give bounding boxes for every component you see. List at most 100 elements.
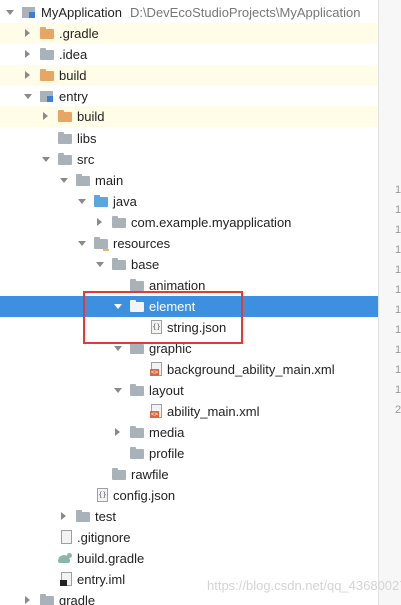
- tree-label: build.gradle: [77, 551, 145, 566]
- expand-arrow-icon[interactable]: [112, 338, 124, 359]
- folder-icon: [58, 153, 72, 166]
- line-number: 1: [395, 244, 401, 256]
- tree-label: base: [131, 257, 160, 272]
- tree-row-gitignore[interactable]: .gitignore: [0, 527, 378, 548]
- expand-arrow-icon[interactable]: [58, 170, 70, 191]
- tree-label: element: [149, 299, 196, 314]
- project-name: MyApplication: [41, 5, 122, 20]
- tree-label: layout: [149, 383, 184, 398]
- tree-row-ability-xml[interactable]: <> ability_main.xml: [0, 401, 378, 422]
- tree-row-build-gradle[interactable]: build.gradle: [0, 548, 378, 569]
- folder-icon: [40, 69, 54, 82]
- tree-row-string-json[interactable]: {} string.json: [0, 317, 378, 338]
- expand-arrow-icon[interactable]: [112, 380, 124, 401]
- tree-label: java: [113, 194, 137, 209]
- collapse-arrow-icon[interactable]: [40, 106, 52, 127]
- expand-arrow-icon[interactable]: [22, 86, 34, 107]
- collapse-arrow-icon[interactable]: [22, 590, 34, 605]
- collapse-arrow-icon[interactable]: [94, 212, 106, 233]
- collapse-arrow-icon[interactable]: [22, 44, 34, 65]
- tree-row-entry[interactable]: entry: [0, 86, 378, 107]
- tree-row-media[interactable]: media: [0, 422, 378, 443]
- folder-icon: [130, 447, 144, 460]
- package-icon: [112, 216, 126, 229]
- tree-label: src: [77, 152, 95, 167]
- tree-label: rawfile: [131, 467, 169, 482]
- collapse-arrow-icon[interactable]: [22, 23, 34, 44]
- tree-label: gradle: [59, 593, 96, 605]
- tree-row-entry-build[interactable]: build: [0, 106, 378, 127]
- tree-row-graphic[interactable]: graphic: [0, 338, 378, 359]
- tree-row-config-json[interactable]: {} config.json: [0, 485, 378, 506]
- tree-label: build: [77, 109, 105, 124]
- tree-row-build-dir[interactable]: build: [0, 65, 378, 86]
- tree-row-animation[interactable]: animation: [0, 275, 378, 296]
- expand-arrow-icon[interactable]: [112, 296, 124, 317]
- line-number: 1: [395, 324, 401, 336]
- tree-row-rawfile[interactable]: rawfile: [0, 464, 378, 485]
- tree-row-profile[interactable]: profile: [0, 443, 378, 464]
- expand-arrow-icon[interactable]: [76, 191, 88, 212]
- folder-icon: [130, 279, 144, 292]
- tree-row-main[interactable]: main: [0, 170, 378, 191]
- line-number: 1: [395, 304, 401, 316]
- line-number: 1: [395, 184, 401, 196]
- folder-icon: [40, 48, 54, 61]
- line-number: 1: [395, 264, 401, 276]
- watermark: https://blog.csdn.net/qq_43680027: [207, 578, 401, 593]
- tree-label: graphic: [149, 341, 192, 356]
- tree-label: com.example.myapplication: [131, 215, 292, 230]
- tree-row-libs[interactable]: libs: [0, 128, 378, 149]
- tree-label: libs: [77, 131, 97, 146]
- tree-label: .gitignore: [77, 530, 131, 545]
- expand-arrow-icon[interactable]: [4, 2, 16, 23]
- xml-file-icon: <>: [150, 362, 162, 376]
- tree-label: config.json: [113, 488, 176, 503]
- tree-row-src[interactable]: src: [0, 149, 378, 170]
- tree-row-idea-dir[interactable]: .idea: [0, 44, 378, 65]
- json-file-icon: {}: [151, 320, 162, 334]
- line-number: 1: [395, 284, 401, 296]
- tree-label: media: [149, 425, 185, 440]
- gitignore-file-icon: [61, 530, 72, 544]
- tree-row-project-root[interactable]: MyApplication D:\DevEcoStudioProjects\MyA…: [0, 2, 378, 23]
- resources-folder-icon: [94, 237, 109, 251]
- line-number: 1: [395, 344, 401, 356]
- folder-icon: [40, 27, 54, 40]
- folder-icon: [40, 594, 54, 605]
- tree-label: ability_main.xml: [167, 404, 260, 419]
- folder-icon: [130, 426, 144, 439]
- module-icon: [22, 6, 36, 19]
- expand-arrow-icon[interactable]: [76, 233, 88, 254]
- json-file-icon: {}: [97, 488, 108, 502]
- tree-label: animation: [149, 278, 206, 293]
- folder-icon: [112, 468, 126, 481]
- tree-row-base[interactable]: base: [0, 254, 378, 275]
- folder-icon: [58, 132, 72, 145]
- expand-arrow-icon[interactable]: [94, 254, 106, 275]
- tree-row-layout[interactable]: layout: [0, 380, 378, 401]
- folder-icon: [130, 384, 144, 397]
- collapse-arrow-icon[interactable]: [22, 65, 34, 86]
- tree-label: profile: [149, 446, 185, 461]
- tree-row-gradle-dir[interactable]: .gradle: [0, 23, 378, 44]
- tree-row-element[interactable]: element: [0, 296, 378, 317]
- line-number: 1: [395, 224, 401, 236]
- tree-row-background-xml[interactable]: <> background_ability_main.xml: [0, 359, 378, 380]
- tree-label: entry.iml: [77, 572, 126, 587]
- tree-label: background_ability_main.xml: [167, 362, 335, 377]
- tree-label: main: [95, 173, 124, 188]
- tree-row-package[interactable]: com.example.myapplication: [0, 212, 378, 233]
- source-folder-icon: [94, 195, 108, 208]
- collapse-arrow-icon[interactable]: [58, 506, 70, 527]
- tree-row-test[interactable]: test: [0, 506, 378, 527]
- line-number: 2: [395, 404, 401, 416]
- expand-arrow-icon[interactable]: [40, 149, 52, 170]
- tree-row-java[interactable]: java: [0, 191, 378, 212]
- folder-icon: [76, 510, 90, 523]
- module-icon: [40, 90, 54, 103]
- tree-row-resources[interactable]: resources: [0, 233, 378, 254]
- folder-icon: [130, 300, 144, 313]
- collapse-arrow-icon[interactable]: [112, 422, 124, 443]
- folder-icon: [76, 174, 90, 187]
